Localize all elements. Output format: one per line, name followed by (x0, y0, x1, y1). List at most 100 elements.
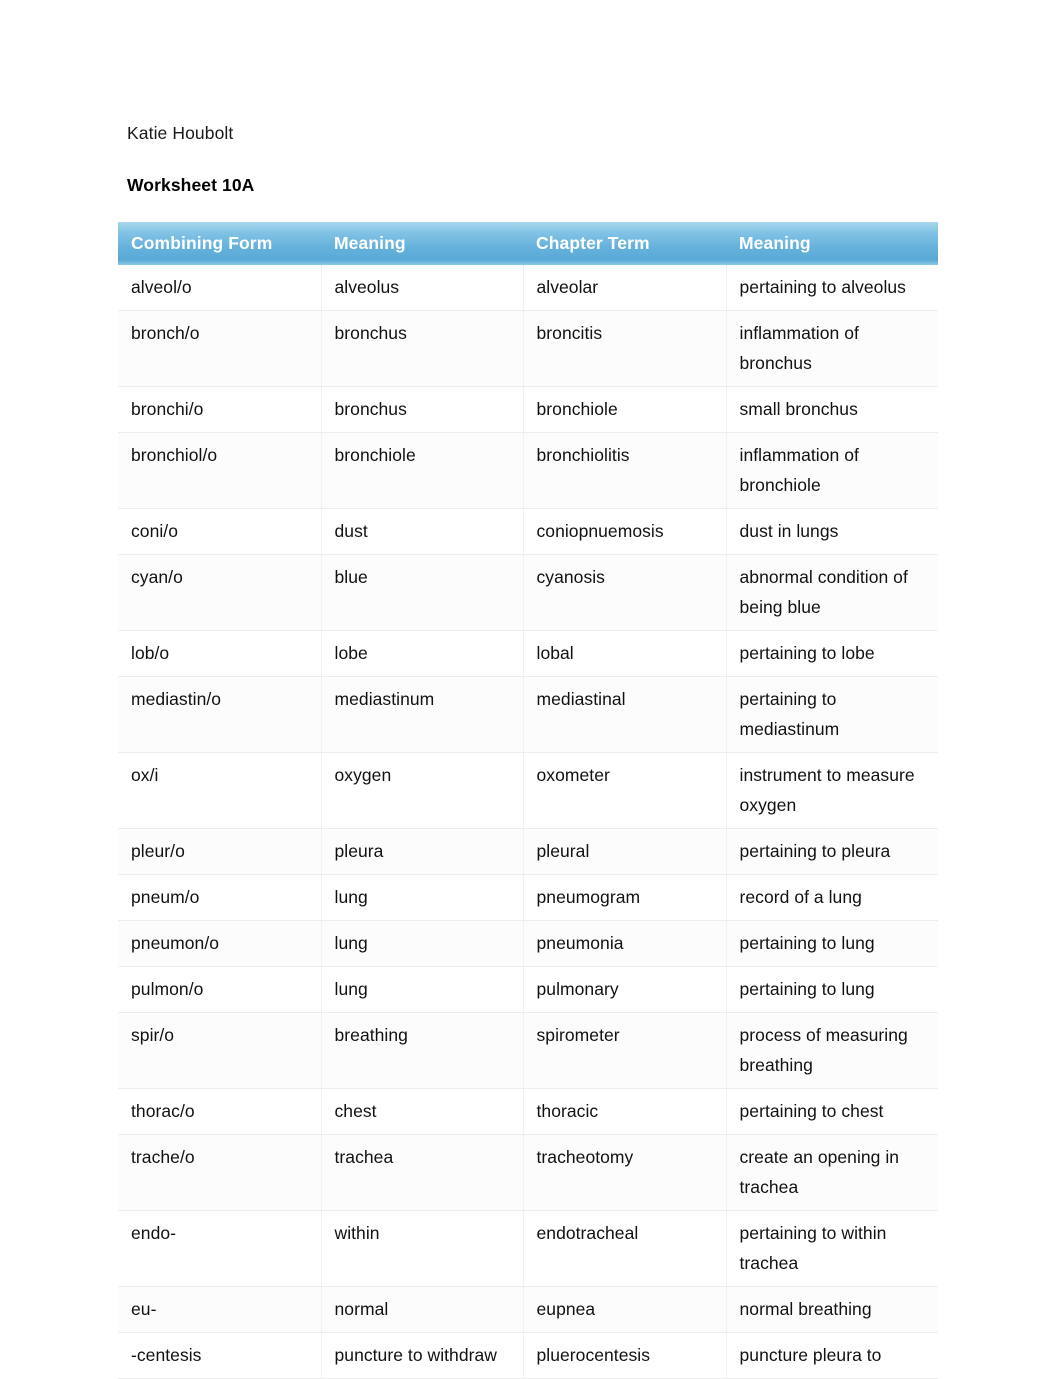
table-row: alveol/o alveolus alveolar pertaining to al… (118, 265, 938, 311)
table-cell: endo- (118, 1210, 322, 1287)
table-cell: ox/i (118, 752, 322, 829)
table-cell: lung (321, 874, 524, 921)
table-row: -centesis puncture to withdraw pluerocente… (118, 1332, 938, 1379)
table-cell: bronchus (321, 386, 524, 433)
table-right-fade (938, 222, 954, 1379)
table-cell: endotracheal (523, 1210, 727, 1287)
table-cell: blue (321, 554, 524, 631)
table-cell: breathing (321, 1012, 524, 1089)
table-cell: lobe (321, 630, 524, 677)
table-cell: pneumogram (523, 874, 727, 921)
table-cell: cyan/o (118, 554, 322, 631)
table-cell: pleura (321, 828, 524, 875)
table-cell: pneum/o (118, 874, 322, 921)
table-cell: lung (321, 966, 524, 1013)
page-title: Worksheet 10A (127, 175, 255, 195)
table-cell: pertaining to mediastinum (726, 676, 938, 753)
table-cell: pleur/o (118, 828, 322, 875)
table-row: pneum/o lung pneumogram record of a lung (118, 874, 938, 921)
table-cell: spirometer (523, 1012, 727, 1089)
table-cell: -centesis (118, 1332, 322, 1379)
table-row: eu-normal eupnea normal breathing (118, 1286, 938, 1333)
table-cell: bronchiole (523, 386, 727, 433)
table-cell: bronchiolitis (523, 432, 727, 509)
table-cell: bronch/o (118, 310, 322, 387)
table-row: pneumon/o lung pneumonia pertaining to lung (118, 920, 938, 967)
vocabulary-table: Combining Form Meaning Chapter Term Mean… (118, 222, 938, 1379)
table-row: bronchiol/o bronchiole bronchiolitis inflam… (118, 432, 938, 509)
table-cell: alveol/o (118, 265, 322, 311)
table-cell: lob/o (118, 630, 322, 677)
table-cell: dust (321, 508, 524, 555)
column-header-chapter-term: Chapter Term (536, 233, 650, 253)
table-row: pleur/o pleura pleural pertaining to pleura (118, 828, 938, 875)
table-cell: trachea (321, 1134, 524, 1211)
author-name: Katie Houbolt (127, 123, 234, 143)
table-row: pulmon/o lung pulmonary pertaining to lung (118, 966, 938, 1013)
table-row: coni/o dust coniopnuemosis dust in lungs (118, 508, 938, 555)
table-row: bronch/o bronchus broncitis inflammation of… (118, 310, 938, 387)
table-cell: lung (321, 920, 524, 967)
table-cell: mediastinal (523, 676, 727, 753)
table-row: endo-within endotracheal pertaining to wit… (118, 1210, 938, 1287)
table-cell: within (321, 1210, 524, 1287)
table-cell: record of a lung (726, 874, 938, 921)
table-cell: coniopnuemosis (523, 508, 727, 555)
table-cell: abnormal condition of being blue (726, 554, 938, 631)
table-cell: mediastinum (321, 676, 524, 753)
table-row: lob/o lobe lobal pertaining to lobe (118, 630, 938, 677)
table-row: cyan/o blue cyanosis abnormal condition of … (118, 554, 938, 631)
table-cell: coni/o (118, 508, 322, 555)
table-cell: bronchiol/o (118, 432, 322, 509)
table-cell: broncitis (523, 310, 727, 387)
table-cell: cyanosis (523, 554, 727, 631)
table-cell: bronchiole (321, 432, 524, 509)
table-cell: tracheotomy (523, 1134, 727, 1211)
table-cell: pertaining to pleura (726, 828, 938, 875)
table-cell: inflammation of bronchus (726, 310, 938, 387)
table-cell: pulmon/o (118, 966, 322, 1013)
table-cell: pertaining to chest (726, 1088, 938, 1135)
table-cell: instrument to measure oxygen (726, 752, 938, 829)
table-cell: pneumon/o (118, 920, 322, 967)
table-header-row: Combining Form Meaning Chapter Term Mean… (118, 222, 938, 265)
table-row: trache/o trachea tracheotomy create an open… (118, 1134, 938, 1211)
table-cell: thorac/o (118, 1088, 322, 1135)
table-cell: mediastin/o (118, 676, 322, 753)
table-cell: pneumonia (523, 920, 727, 967)
table-cell: pertaining to alveolus (726, 265, 938, 311)
table-cell: eupnea (523, 1286, 727, 1333)
table-cell: eu- (118, 1286, 322, 1333)
table-cell: oxometer (523, 752, 727, 829)
vocabulary-table-container: Combining Form Meaning Chapter Term Mean… (102, 222, 954, 1379)
table-cell: normal breathing (726, 1286, 938, 1333)
column-header-meaning-1: Meaning (334, 233, 406, 253)
column-header-meaning-2: Meaning (739, 233, 811, 253)
table-cell: pluerocentesis (523, 1332, 727, 1379)
table-row: bronchi/o bronchus bronchiole small bronchu… (118, 386, 938, 433)
table-cell: bronchi/o (118, 386, 322, 433)
table-cell: pleural (523, 828, 727, 875)
table-cell: oxygen (321, 752, 524, 829)
table-cell: inflammation of bronchiole (726, 432, 938, 509)
table-cell: dust in lungs (726, 508, 938, 555)
table-cell: spir/o (118, 1012, 322, 1089)
table-cell: chest (321, 1088, 524, 1135)
table-cell: create an opening in trachea (726, 1134, 938, 1211)
table-cell: alveolar (523, 265, 727, 311)
column-header-combining-form: Combining Form (131, 233, 273, 253)
table-cell: trache/o (118, 1134, 322, 1211)
table-cell: normal (321, 1286, 524, 1333)
table-cell: pertaining to lung (726, 966, 938, 1013)
document-heading-block: Katie Houbolt Worksheet 10A (127, 120, 947, 198)
table-header: Combining Form Meaning Chapter Term Mean… (118, 222, 938, 265)
table-row: spir/o breathing spirometer process of meas… (118, 1012, 938, 1089)
table-left-fade (102, 222, 118, 1379)
table-cell: puncture to withdraw (321, 1332, 524, 1379)
table-row: thorac/o chest thoracic pertaining to chest (118, 1088, 938, 1135)
table-cell: process of measuring breathing (726, 1012, 938, 1089)
table-cell: pertaining to within trachea (726, 1210, 938, 1287)
table-row: mediastin/o mediastinum mediastinal pertain… (118, 676, 938, 753)
table-cell: alveolus (321, 265, 524, 311)
document-page: Katie Houbolt Worksheet 10A Combining Fo… (0, 0, 1062, 1379)
